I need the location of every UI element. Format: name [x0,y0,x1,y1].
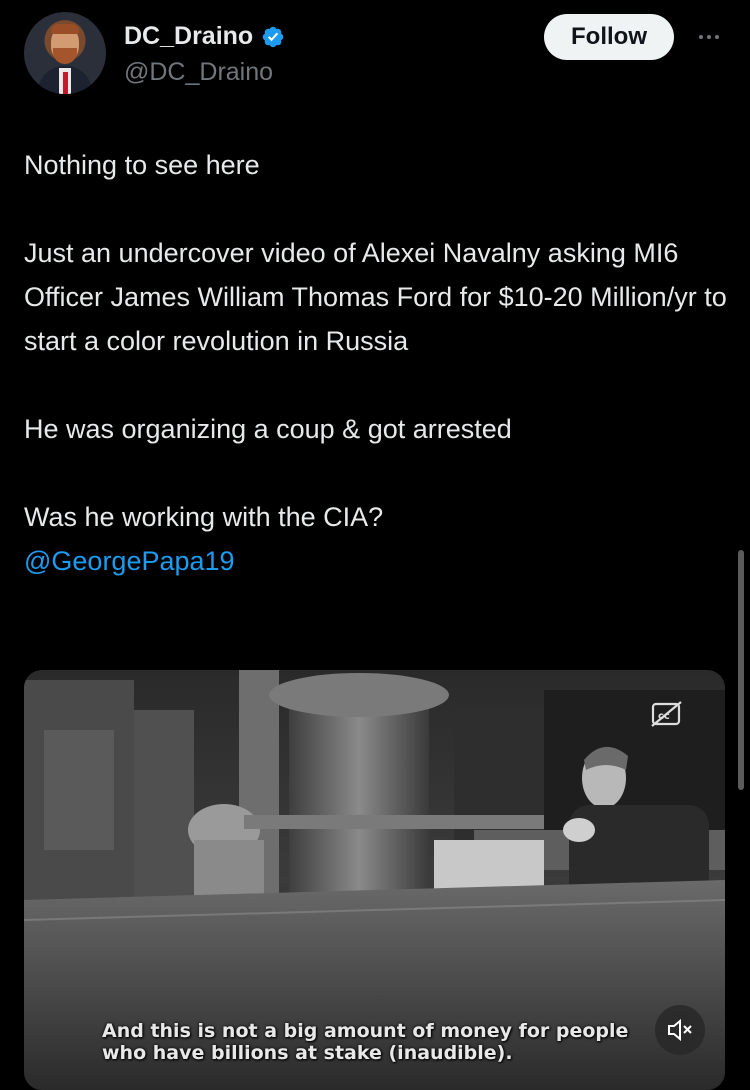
tweet-line: Was he working with the CIA? [24,502,384,532]
author-name-row[interactable]: DC_Draino [124,22,285,51]
verified-badge-icon [262,26,284,47]
tweet-paragraph: Just an undercover video of Alexei Naval… [24,238,727,356]
avatar[interactable] [24,12,106,94]
subtitle-line: who have billions at stake (inaudible). [102,1042,513,1064]
tweet-line: Nothing to see here [24,150,260,180]
tweet-header: DC_Draino @DC_Draino Follow [24,12,726,98]
follow-button[interactable]: Follow [544,14,674,60]
video-subtitles: And this is not a big amount of money fo… [102,1020,672,1064]
mention-link[interactable]: @GeorgePapa19 [24,546,235,576]
more-options-icon[interactable] [692,26,726,48]
display-name[interactable]: DC_Draino [124,22,253,51]
scrollbar[interactable] [738,550,744,790]
volume-muted-icon[interactable] [655,1005,705,1055]
tweet-line: He was organizing a coup & got arrested [24,414,512,444]
author-handle[interactable]: @DC_Draino [124,58,273,87]
captions-icon[interactable]: cc [650,700,684,728]
tweet-text: Nothing to see here Just an undercover v… [24,143,734,583]
subtitle-line: And this is not a big amount of money fo… [102,1020,629,1042]
